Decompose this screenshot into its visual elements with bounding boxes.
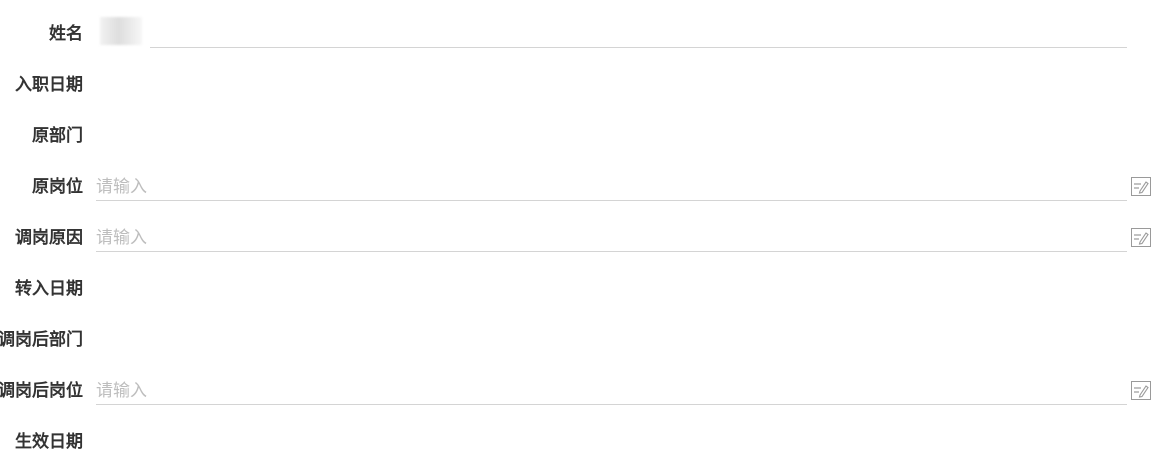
original-position-placeholder: 请输入 <box>96 177 147 197</box>
new-position-input[interactable]: 请输入 <box>96 379 1127 405</box>
form-row-original-department: 原部门 <box>0 114 1171 165</box>
original-position-label: 原岗位 <box>32 177 83 197</box>
new-department-label: 调岗后部门 <box>0 330 83 350</box>
edit-icon[interactable] <box>1131 228 1151 247</box>
transfer-reason-label: 调岗原因 <box>15 228 83 248</box>
form-row-new-position: 调岗后岗位 请输入 <box>0 369 1171 420</box>
original-position-input[interactable]: 请输入 <box>96 175 1127 201</box>
form-row-effective-date: 生效日期 <box>0 420 1171 471</box>
name-label: 姓名 <box>49 24 83 44</box>
form-row-transfer-in-date: 转入日期 <box>0 267 1171 318</box>
transfer-in-date-label: 转入日期 <box>15 279 83 299</box>
edit-icon[interactable] <box>1131 177 1151 196</box>
form-row-entry-date: 入职日期 <box>0 63 1171 114</box>
transfer-reason-placeholder: 请输入 <box>96 228 147 248</box>
form-row-transfer-reason: 调岗原因 请输入 <box>0 216 1171 267</box>
new-position-placeholder: 请输入 <box>96 381 147 401</box>
form-row-new-department: 调岗后部门 <box>0 318 1171 369</box>
form-row-original-position: 原岗位 请输入 <box>0 165 1171 216</box>
transfer-form: 姓名 入职日期 原部门 原岗位 请输入 调岗原因 请输入 转入日期 调岗后部门 … <box>0 0 1171 469</box>
edit-icon[interactable] <box>1131 381 1151 400</box>
original-department-label: 原部门 <box>32 126 83 146</box>
effective-date-label: 生效日期 <box>15 432 83 452</box>
name-value-redacted <box>100 17 142 45</box>
new-position-label: 调岗后岗位 <box>0 381 83 401</box>
name-field[interactable] <box>150 22 1127 48</box>
entry-date-label: 入职日期 <box>15 75 83 95</box>
form-row-name: 姓名 <box>0 12 1171 63</box>
transfer-reason-input[interactable]: 请输入 <box>96 226 1127 252</box>
